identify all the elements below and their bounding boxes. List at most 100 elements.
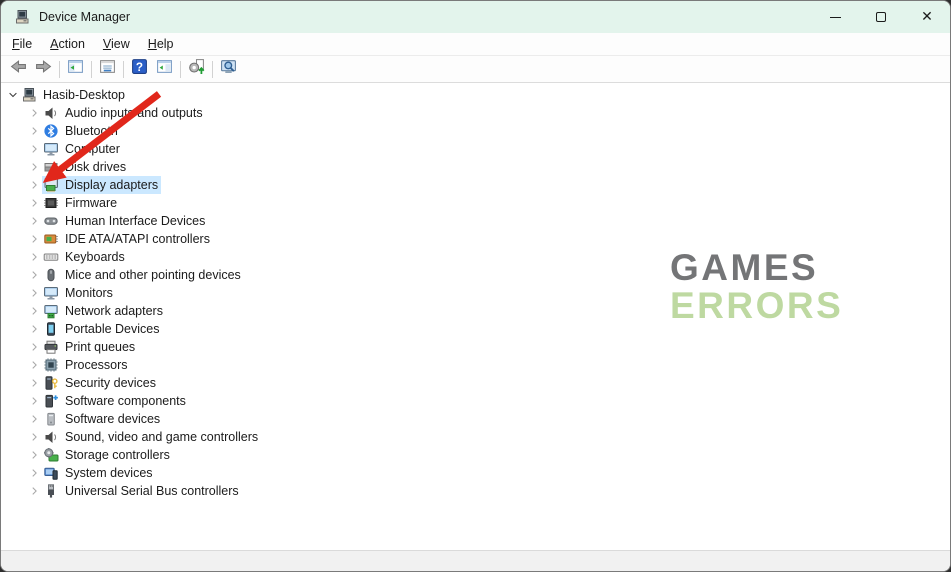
tree-item-body[interactable]: Keyboards bbox=[42, 248, 128, 266]
tree-item-body[interactable]: IDE ATA/ATAPI controllers bbox=[42, 230, 213, 248]
menu-view[interactable]: View bbox=[94, 34, 139, 54]
tree-item-computer[interactable]: Computer bbox=[1, 140, 950, 158]
chevron-right-icon[interactable] bbox=[28, 358, 42, 372]
tree-item-body[interactable]: Sound, video and game controllers bbox=[42, 428, 261, 446]
tree-item-label: Disk drives bbox=[65, 160, 126, 174]
chevron-right-icon[interactable] bbox=[28, 196, 42, 210]
menu-file[interactable]: File bbox=[3, 34, 41, 54]
help-button[interactable]: ? bbox=[127, 58, 152, 81]
tree-item-body[interactable]: Monitors bbox=[42, 284, 116, 302]
chevron-right-icon[interactable] bbox=[28, 286, 42, 300]
device-manager-app-icon bbox=[14, 9, 30, 25]
tree-item-body[interactable]: Software devices bbox=[42, 410, 163, 428]
disk-drive-icon bbox=[43, 159, 59, 175]
tree-item-body[interactable]: Bluetooth bbox=[42, 122, 121, 140]
minimize-button[interactable] bbox=[812, 1, 858, 33]
menu-help[interactable]: Help bbox=[139, 34, 183, 54]
ide-controller-icon bbox=[43, 231, 59, 247]
tree-item-ide-ata-atapi-controllers[interactable]: IDE ATA/ATAPI controllers bbox=[1, 230, 950, 248]
tree-item-label: Computer bbox=[65, 142, 120, 156]
tree-item-mice-and-other-pointing-devices[interactable]: Mice and other pointing devices bbox=[1, 266, 950, 284]
tree-item-monitors[interactable]: Monitors bbox=[1, 284, 950, 302]
tree-item-software-devices[interactable]: Software devices bbox=[1, 410, 950, 428]
tree-item-body[interactable]: Hasib-Desktop bbox=[20, 86, 128, 104]
tree-item-body[interactable]: Computer bbox=[42, 140, 123, 158]
chevron-right-icon[interactable] bbox=[28, 412, 42, 426]
tree-item-network-adapters[interactable]: Network adapters bbox=[1, 302, 950, 320]
menu-action[interactable]: Action bbox=[41, 34, 94, 54]
tree-item-body[interactable]: Disk drives bbox=[42, 158, 129, 176]
toolbar-separator bbox=[180, 61, 181, 78]
usb-plug-icon bbox=[43, 483, 59, 499]
tree-item-label: Monitors bbox=[65, 286, 113, 300]
tree-item-body[interactable]: Mice and other pointing devices bbox=[42, 266, 244, 284]
show-action-pane-button[interactable] bbox=[152, 58, 177, 81]
tree-item-body[interactable]: Universal Serial Bus controllers bbox=[42, 482, 242, 500]
close-button[interactable]: ✕ bbox=[904, 1, 950, 33]
network-adapter-icon bbox=[43, 303, 59, 319]
chevron-right-icon[interactable] bbox=[28, 322, 42, 336]
tree-item-keyboards[interactable]: Keyboards bbox=[1, 248, 950, 266]
tree-item-human-interface-devices[interactable]: Human Interface Devices bbox=[1, 212, 950, 230]
chevron-right-icon[interactable] bbox=[28, 106, 42, 120]
tree-item-storage-controllers[interactable]: Storage controllers bbox=[1, 446, 950, 464]
back-button[interactable] bbox=[6, 58, 31, 81]
chevron-right-icon[interactable] bbox=[28, 124, 42, 138]
chevron-right-icon[interactable] bbox=[28, 340, 42, 354]
properties-icon bbox=[99, 58, 116, 80]
chevron-right-icon[interactable] bbox=[28, 394, 42, 408]
tree-item-disk-drives[interactable]: Disk drives bbox=[1, 158, 950, 176]
chevron-right-icon[interactable] bbox=[28, 214, 42, 228]
tree-item-firmware[interactable]: Firmware bbox=[1, 194, 950, 212]
tree-item-body[interactable]: Software components bbox=[42, 392, 189, 410]
tree-item-system-devices[interactable]: System devices bbox=[1, 464, 950, 482]
tree-item-portable-devices[interactable]: Portable Devices bbox=[1, 320, 950, 338]
tree-item-body[interactable]: Display adapters bbox=[42, 176, 161, 194]
chevron-right-icon[interactable] bbox=[28, 250, 42, 264]
computer-root-icon bbox=[21, 87, 37, 103]
toolbar-separator bbox=[59, 61, 60, 78]
search-computer-button[interactable] bbox=[216, 58, 241, 81]
tree-item-label: Firmware bbox=[65, 196, 117, 210]
processor-chip-icon bbox=[43, 357, 59, 373]
chevron-right-icon[interactable] bbox=[28, 160, 42, 174]
chevron-right-icon[interactable] bbox=[28, 268, 42, 282]
chevron-right-icon[interactable] bbox=[28, 484, 42, 498]
properties-button[interactable] bbox=[95, 58, 120, 81]
tree-item-body[interactable]: Network adapters bbox=[42, 302, 166, 320]
chevron-right-icon[interactable] bbox=[28, 430, 42, 444]
tree-item-body[interactable]: Portable Devices bbox=[42, 320, 163, 338]
tree-item-sound-video-and-game-controllers[interactable]: Sound, video and game controllers bbox=[1, 428, 950, 446]
chevron-right-icon[interactable] bbox=[28, 178, 42, 192]
tree-item-label: Bluetooth bbox=[65, 124, 118, 138]
tree-item-body[interactable]: Storage controllers bbox=[42, 446, 173, 464]
maximize-button[interactable] bbox=[858, 1, 904, 33]
chevron-right-icon[interactable] bbox=[28, 466, 42, 480]
forward-button[interactable] bbox=[31, 58, 56, 81]
tree-item-bluetooth[interactable]: Bluetooth bbox=[1, 122, 950, 140]
chevron-right-icon[interactable] bbox=[28, 304, 42, 318]
chevron-right-icon[interactable] bbox=[28, 448, 42, 462]
tree-item-body[interactable]: Firmware bbox=[42, 194, 120, 212]
tree-item-hasib-desktop[interactable]: Hasib-Desktop bbox=[1, 86, 950, 104]
tree-item-label: Security devices bbox=[65, 376, 156, 390]
tree-item-body[interactable]: Audio inputs and outputs bbox=[42, 104, 206, 122]
tree-item-universal-serial-bus-controllers[interactable]: Universal Serial Bus controllers bbox=[1, 482, 950, 500]
tree-item-processors[interactable]: Processors bbox=[1, 356, 950, 374]
tree-item-body[interactable]: Security devices bbox=[42, 374, 159, 392]
chevron-right-icon[interactable] bbox=[28, 376, 42, 390]
tree-item-body[interactable]: Processors bbox=[42, 356, 131, 374]
tree-item-software-components[interactable]: Software components bbox=[1, 392, 950, 410]
scan-hardware-changes-button[interactable] bbox=[184, 58, 209, 81]
tree-item-body[interactable]: Print queues bbox=[42, 338, 138, 356]
tree-item-body[interactable]: System devices bbox=[42, 464, 156, 482]
tree-item-audio-inputs-and-outputs[interactable]: Audio inputs and outputs bbox=[1, 104, 950, 122]
tree-item-print-queues[interactable]: Print queues bbox=[1, 338, 950, 356]
show-console-tree-button[interactable] bbox=[63, 58, 88, 81]
chevron-right-icon[interactable] bbox=[28, 142, 42, 156]
tree-item-display-adapters[interactable]: Display adapters bbox=[1, 176, 950, 194]
tree-item-security-devices[interactable]: Security devices bbox=[1, 374, 950, 392]
chevron-right-icon[interactable] bbox=[28, 232, 42, 246]
chevron-down-icon[interactable] bbox=[6, 88, 20, 102]
tree-item-body[interactable]: Human Interface Devices bbox=[42, 212, 208, 230]
